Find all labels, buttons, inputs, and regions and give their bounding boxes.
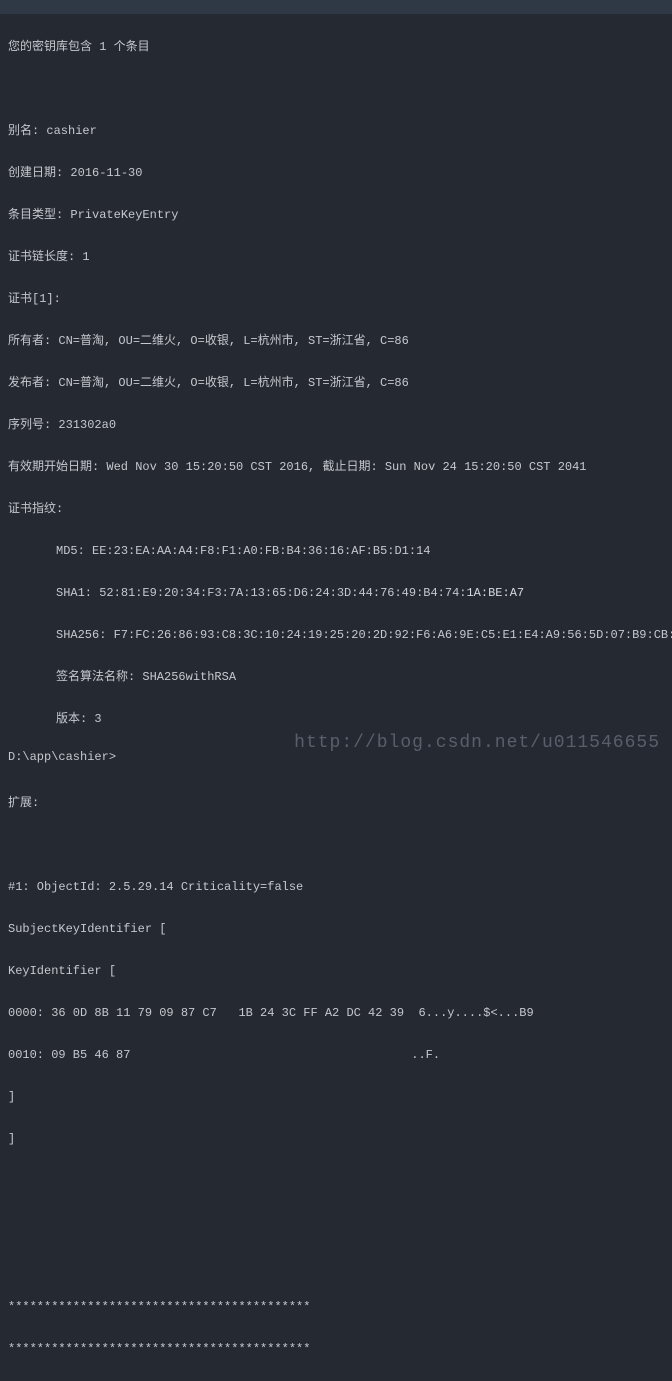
- sha256-value: F7:FC:26:86:93:C8:3C:10:24:19:25:20:2D:9…: [114, 628, 672, 642]
- validity-start-label: 有效期开始日期:: [8, 460, 106, 474]
- blank: [8, 79, 664, 100]
- alias-value: cashier: [46, 124, 96, 138]
- close-bracket-1: ]: [8, 1087, 664, 1108]
- validity-line: 有效期开始日期: Wed Nov 30 15:20:50 CST 2016, 截…: [8, 457, 664, 478]
- sha256-line: SHA256: F7:FC:26:86:93:C8:3C:10:24:19:25…: [8, 625, 664, 646]
- blank: [8, 835, 664, 856]
- blank: [8, 1171, 664, 1192]
- version-label: 版本:: [56, 712, 94, 726]
- close-bracket-2: ]: [8, 1129, 664, 1150]
- sig-alg-line: 签名算法名称: SHA256withRSA: [8, 667, 664, 688]
- sha1-a: 52:81:E9:20:34:F3:7A:13:65:D6:24:3D:44:7…: [99, 586, 466, 600]
- key-identifier: KeyIdentifier [: [8, 961, 664, 982]
- md5-line: MD5: EE:23:EA:AA:A4:F8:F1:A0:FB:B4:36:16…: [8, 541, 664, 562]
- owner-label: 所有者:: [8, 334, 58, 348]
- issuer-label: 发布者:: [8, 376, 58, 390]
- owner-line: 所有者: CN=普淘, OU=二维火, O=收银, L=杭州市, ST=浙江省,…: [8, 331, 664, 352]
- cert-chain-len-value: 1: [82, 250, 89, 264]
- cert-chain-len-label: 证书链长度:: [8, 250, 82, 264]
- sha256-label: SHA256:: [56, 628, 114, 642]
- extensions-label: 扩展:: [8, 793, 664, 814]
- version-value: 3: [94, 712, 101, 726]
- create-date-label: 创建日期:: [8, 166, 70, 180]
- entry-type-line: 条目类型: PrivateKeyEntry: [8, 205, 664, 226]
- entry-type-label: 条目类型:: [8, 208, 70, 222]
- keystore-header: 您的密钥库包含 1 个条目: [8, 37, 664, 58]
- watermark: http://blog.csdn.net/u011546655: [294, 733, 660, 754]
- command-prompt[interactable]: D:\app\cashier>: [8, 747, 116, 768]
- serial-label: 序列号:: [8, 418, 58, 432]
- entry-type-value: PrivateKeyEntry: [70, 208, 178, 222]
- ext1-header: #1: ObjectId: 2.5.29.14 Criticality=fals…: [8, 877, 664, 898]
- sig-alg-value: SHA256withRSA: [142, 670, 236, 684]
- hex-0010: 0010: 09 B5 46 87 ..F.: [8, 1045, 664, 1066]
- sha1-b: 1A:BE:A7: [466, 586, 524, 600]
- blank: [8, 1213, 664, 1234]
- separator-1: ****************************************…: [8, 1297, 664, 1318]
- validity-end-label: , 截止日期:: [308, 460, 385, 474]
- blank: [8, 1255, 664, 1276]
- ext1-type: SubjectKeyIdentifier [: [8, 919, 664, 940]
- owner-value: CN=普淘, OU=二维火, O=收银, L=杭州市, ST=浙江省, C=86: [58, 334, 408, 348]
- md5-label: MD5:: [56, 544, 92, 558]
- terminal-output: 您的密钥库包含 1 个条目 别名: cashier 创建日期: 2016-11-…: [0, 14, 672, 1381]
- sha1-line: SHA1: 52:81:E9:20:34:F3:7A:13:65:D6:24:3…: [8, 583, 664, 604]
- serial-line: 序列号: 231302a0: [8, 415, 664, 436]
- issuer-line: 发布者: CN=普淘, OU=二维火, O=收银, L=杭州市, ST=浙江省,…: [8, 373, 664, 394]
- fingerprints-label: 证书指纹:: [8, 499, 664, 520]
- alias-label: 别名:: [8, 124, 46, 138]
- create-date-line: 创建日期: 2016-11-30: [8, 163, 664, 184]
- cert-index: 证书[1]:: [8, 289, 664, 310]
- version-line: 版本: 3: [8, 709, 664, 730]
- md5-value: EE:23:EA:AA:A4:F8:F1:A0:FB:B4:36:16:AF:B…: [92, 544, 430, 558]
- cert-chain-len-line: 证书链长度: 1: [8, 247, 664, 268]
- issuer-value: CN=普淘, OU=二维火, O=收银, L=杭州市, ST=浙江省, C=86: [58, 376, 408, 390]
- create-date-value: 2016-11-30: [70, 166, 142, 180]
- validity-start: Wed Nov 30 15:20:50 CST 2016: [106, 460, 308, 474]
- sha1-label: SHA1:: [56, 586, 99, 600]
- alias-line: 别名: cashier: [8, 121, 664, 142]
- sig-alg-label: 签名算法名称:: [56, 670, 142, 684]
- titlebar: [0, 0, 672, 14]
- hex-0000: 0000: 36 0D 8B 11 79 09 87 C7 1B 24 3C F…: [8, 1003, 664, 1024]
- validity-end: Sun Nov 24 15:20:50 CST 2041: [385, 460, 587, 474]
- serial-value: 231302a0: [58, 418, 116, 432]
- separator-2: ****************************************…: [8, 1339, 664, 1360]
